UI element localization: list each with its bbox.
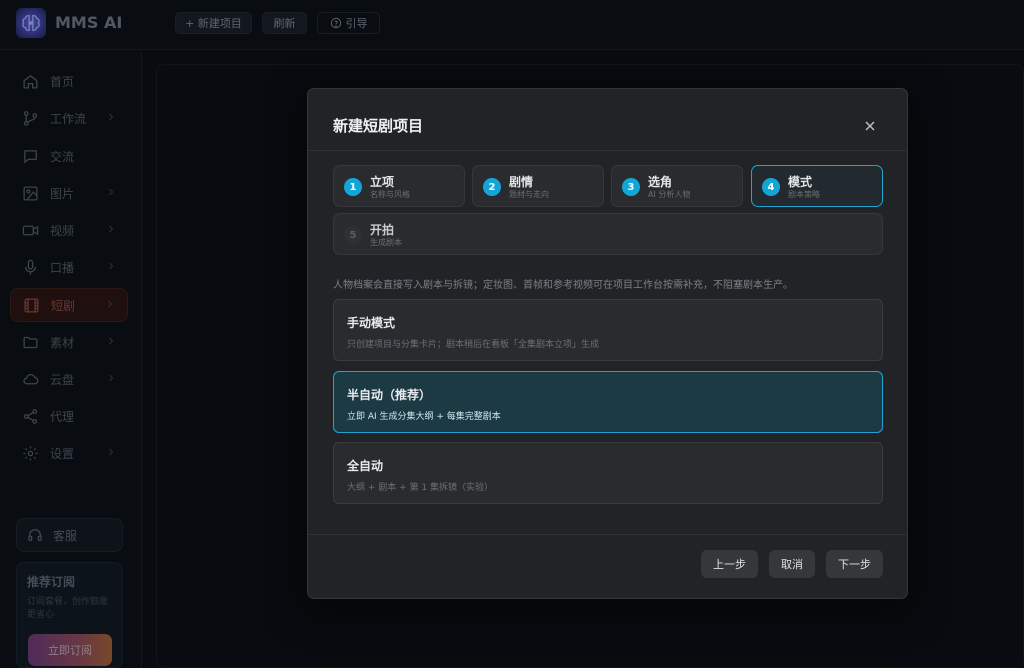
step-1[interactable]: 1 立项 名称与风格 <box>333 165 465 207</box>
option-title: 手动模式 <box>347 316 396 330</box>
option-description: 立即 AI 生成分集大纲 + 每集完整剧本 <box>347 412 501 422</box>
step-number: 3 <box>622 178 640 196</box>
step-number: 4 <box>762 178 780 196</box>
app-root: MMS AI + 新建项目 刷新 引导 首页 工作流 交流 图片 视频 口播 短… <box>0 0 1024 668</box>
option-full-auto[interactable]: 全自动 大纲 + 剧本 + 第 1 集拆镜（实验） <box>333 442 883 504</box>
info-note: 人物档案会直接写入剧本与拆镜；定妆图、首帧和参考视频可在项目工作台按需补充，不阻… <box>333 280 793 291</box>
step-number: 2 <box>483 178 501 196</box>
step-number: 5 <box>344 226 362 244</box>
step-4-active[interactable]: 4 模式 剧本策略 <box>751 165 883 207</box>
step-subtitle: 生成剧本 <box>370 238 402 247</box>
divider <box>308 534 907 535</box>
option-description: 大纲 + 剧本 + 第 1 集拆镜（实验） <box>347 483 493 493</box>
option-title: 全自动 <box>347 459 384 473</box>
step-label: 模式 <box>788 175 813 189</box>
close-icon[interactable] <box>863 118 877 132</box>
previous-step-button[interactable]: 上一步 <box>701 550 758 578</box>
option-title: 半自动（推荐） <box>347 388 432 402</box>
option-manual-mode[interactable]: 手动模式 只创建项目与分集卡片；剧本稍后在看板「全集剧本立项」生成 <box>333 299 883 361</box>
step-subtitle: 剧本策略 <box>788 190 820 199</box>
divider <box>308 150 907 151</box>
step-number: 1 <box>344 178 362 196</box>
step-label: 选角 <box>648 175 673 189</box>
step-subtitle: AI 分析人物 <box>648 190 691 199</box>
option-description: 只创建项目与分集卡片；剧本稍后在看板「全集剧本立项」生成 <box>347 340 600 350</box>
dialog-title: 新建短剧项目 <box>333 117 424 135</box>
step-3[interactable]: 3 选角 AI 分析人物 <box>611 165 743 207</box>
option-semi-auto-selected[interactable]: 半自动（推荐） 立即 AI 生成分集大纲 + 每集完整剧本 <box>333 371 883 433</box>
step-5[interactable]: 5 开拍 生成剧本 <box>333 213 883 255</box>
step-subtitle: 题材与走向 <box>509 190 549 199</box>
step-subtitle: 名称与风格 <box>370 190 410 199</box>
step-label: 立项 <box>370 175 395 189</box>
new-short-drama-dialog: 新建短剧项目 1 立项 名称与风格 2 剧情 题材与走向 3 选角 AI 分析人… <box>307 88 908 599</box>
next-step-button[interactable]: 下一步 <box>826 550 883 578</box>
step-2[interactable]: 2 剧情 题材与走向 <box>472 165 604 207</box>
step-label: 开拍 <box>370 223 395 237</box>
cancel-button[interactable]: 取消 <box>769 550 815 578</box>
step-label: 剧情 <box>509 175 534 189</box>
